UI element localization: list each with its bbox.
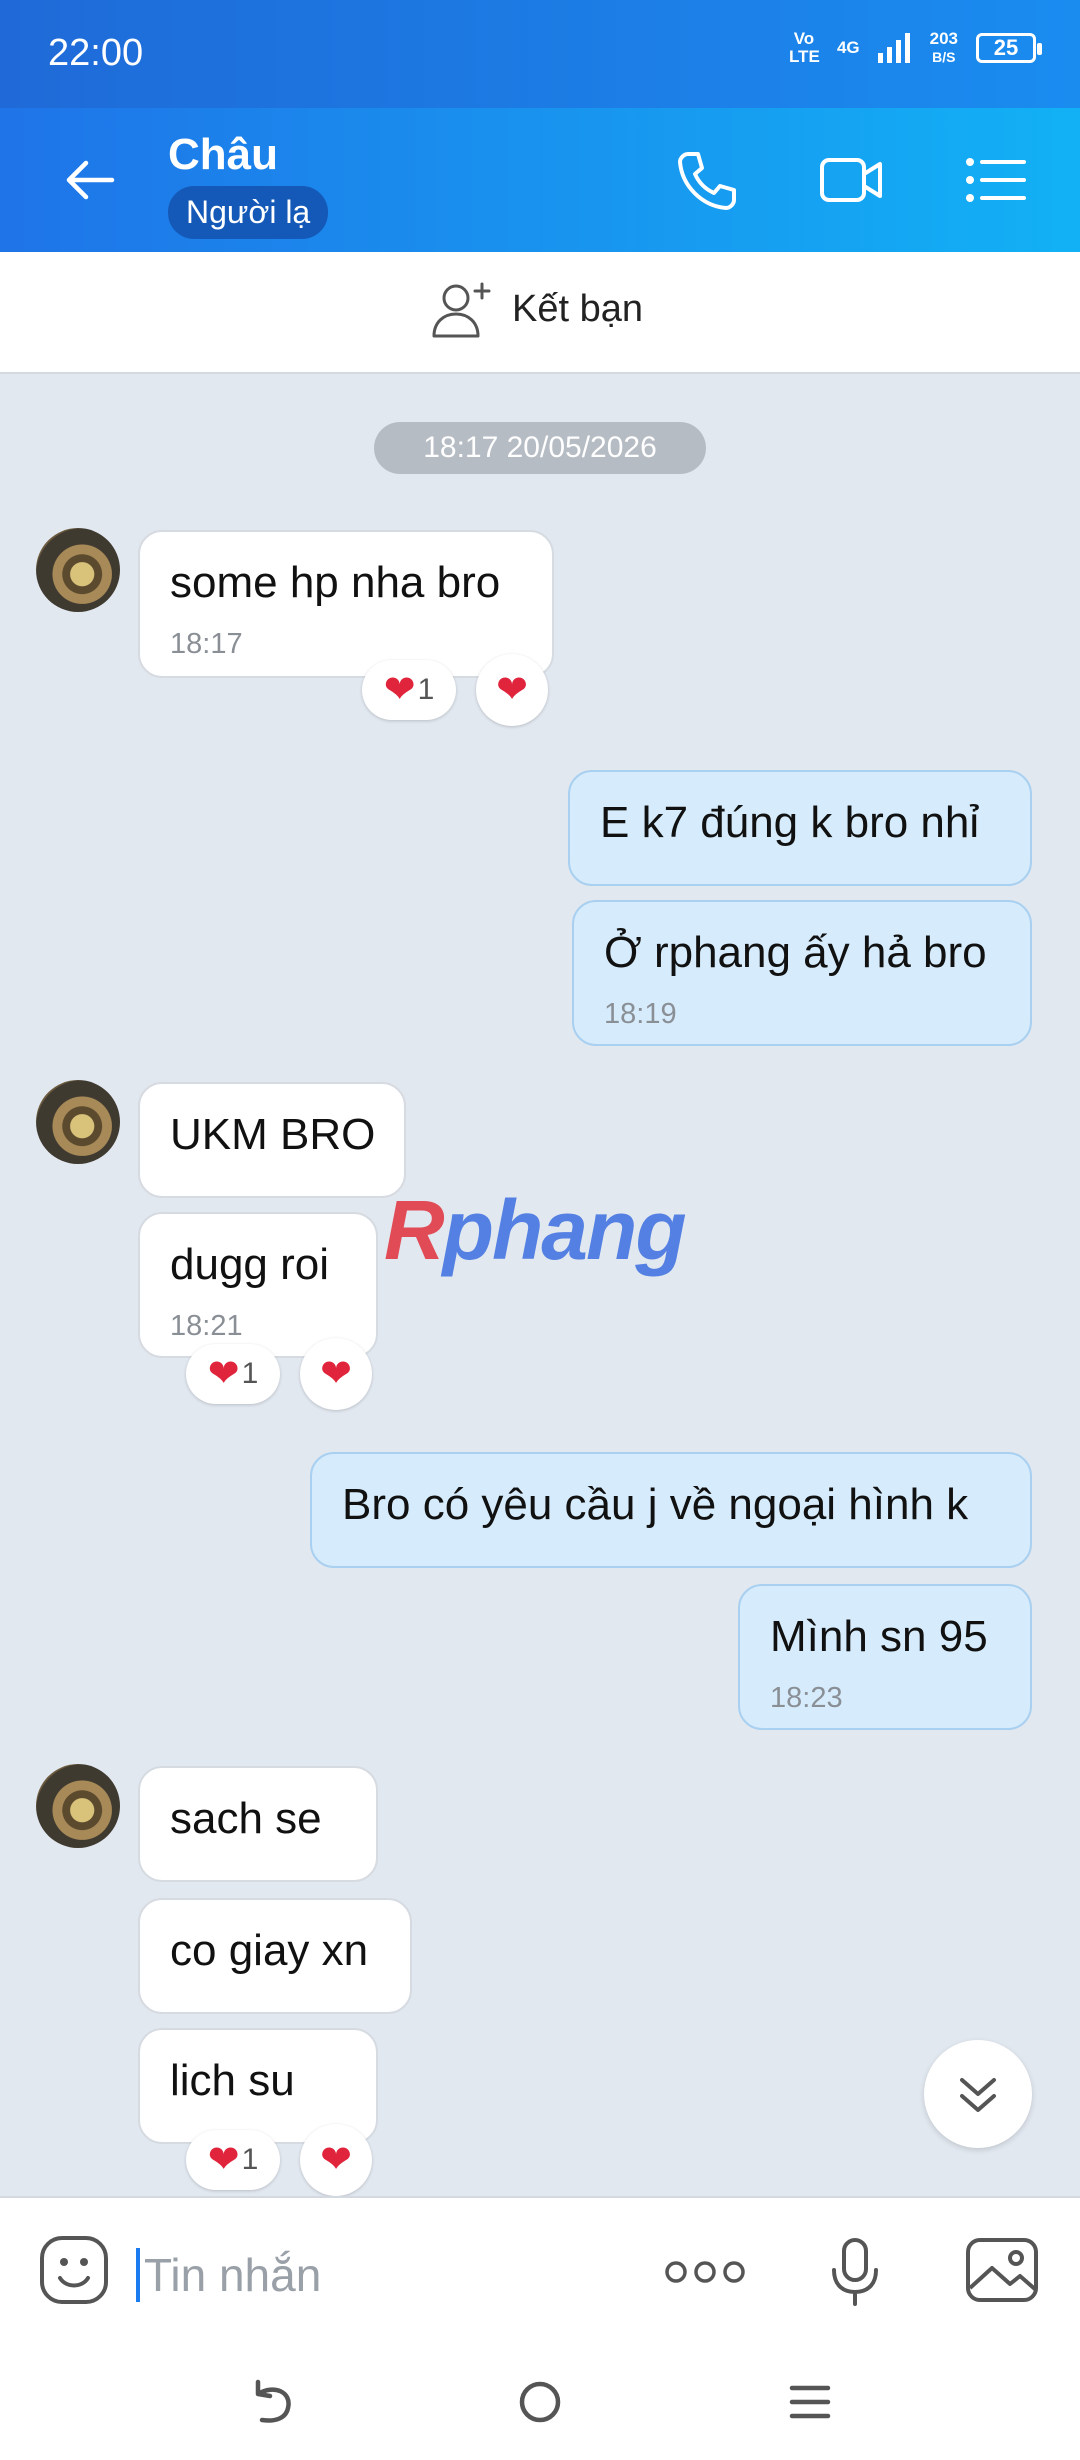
heart-icon: ❤ [496, 669, 528, 711]
nav-recents-icon[interactable] [780, 2372, 840, 2432]
avatar[interactable] [36, 528, 120, 612]
message-time: 18:19 [604, 998, 677, 1030]
watermark-rest: phang [442, 1183, 687, 1277]
reaction-summary[interactable]: ❤ 1 [186, 2130, 280, 2190]
network-type: 4G [836, 38, 860, 57]
message-composer [0, 2196, 1080, 2346]
stranger-badge: Người lạ [168, 186, 329, 239]
message-input[interactable] [142, 2236, 626, 2314]
message-text: dugg roi [170, 1240, 330, 1289]
message-bubble-incoming[interactable]: UKM BRO [138, 1082, 406, 1198]
message-bubble-incoming[interactable]: sach se [138, 1766, 378, 1882]
react-heart-button[interactable]: ❤ [300, 2124, 372, 2196]
watermark-logo: Rphang [384, 1182, 687, 1279]
react-heart-button[interactable]: ❤ [476, 654, 548, 726]
network-speed-unit: B/S [932, 49, 956, 65]
message-text: E k7 đúng k bro nhỉ [600, 798, 980, 847]
add-friend-bar: Kết bạn [0, 252, 1080, 374]
message-bubble-outgoing[interactable]: Ở rphang ấy hả bro 18:19 [572, 900, 1032, 1046]
avatar[interactable] [36, 1764, 120, 1848]
chat-header: Châu Người lạ [0, 108, 1080, 252]
reaction-count: 1 [241, 2143, 259, 2176]
status-time: 22:00 [48, 32, 144, 74]
nav-home-icon[interactable] [510, 2372, 570, 2432]
double-chevron-down-icon [960, 2078, 996, 2112]
message-text: Ở rphang ấy hả bro [604, 928, 987, 977]
message-text: UKM BRO [170, 1110, 376, 1159]
message-text: Mình sn 95 [770, 1612, 988, 1661]
add-friend-label: Kết bạn [512, 287, 643, 330]
nav-back-icon[interactable] [240, 2372, 300, 2432]
date-separator: 18:17 20/05/2026 [374, 422, 706, 474]
video-call-icon[interactable] [818, 146, 886, 214]
message-bubble-outgoing[interactable]: Mình sn 95 18:23 [738, 1584, 1032, 1730]
message-text: lich su [170, 2056, 295, 2105]
message-bubble-outgoing[interactable]: Bro có yêu cầu j về ngoại hình k [310, 1452, 1032, 1568]
avatar[interactable] [36, 1080, 120, 1164]
status-bar: 22:00 Vo LTE 4G 203 B/S 25 [0, 0, 1080, 108]
network-speed: 203 B/S [930, 30, 958, 66]
watermark-initial: R [384, 1183, 445, 1277]
scroll-to-bottom-button[interactable] [924, 2040, 1032, 2148]
microphone-icon[interactable] [820, 2236, 890, 2308]
add-person-icon [432, 282, 491, 338]
add-friend-button[interactable]: Kết bạn [430, 278, 643, 340]
heart-reaction-icon: ❤ [207, 2139, 240, 2181]
image-gallery-icon[interactable] [964, 2234, 1040, 2306]
message-time: 18:17 [170, 628, 243, 660]
heart-reaction-icon: ❤ [207, 1353, 240, 1395]
heart-icon: ❤ [320, 2139, 352, 2181]
message-text: sach se [170, 1794, 322, 1843]
battery-icon: 25 [976, 33, 1042, 63]
message-bubble-incoming[interactable]: some hp nha bro 18:17 [138, 530, 554, 678]
heart-reaction-icon: ❤ [383, 669, 416, 711]
sticker-emoji-icon[interactable] [38, 2234, 110, 2306]
message-bubble-outgoing[interactable]: E k7 đúng k bro nhỉ [568, 770, 1032, 886]
message-text: co giay xn [170, 1926, 369, 1975]
phone-icon[interactable] [672, 146, 740, 214]
message-bubble-incoming[interactable]: co giay xn [138, 1898, 412, 2014]
contact-name[interactable]: Châu [168, 130, 278, 180]
signal-icon [877, 33, 910, 63]
message-text: some hp nha bro [170, 558, 501, 607]
message-time: 18:21 [170, 1310, 243, 1342]
reaction-summary[interactable]: ❤ 1 [186, 1344, 280, 1404]
more-options-icon[interactable] [664, 2258, 746, 2286]
reaction-count: 1 [241, 1357, 259, 1390]
text-cursor [136, 2248, 140, 2302]
network-speed-value: 203 [929, 29, 958, 48]
react-heart-button[interactable]: ❤ [300, 1338, 372, 1410]
reaction-count: 1 [417, 673, 435, 706]
volte-indicator: Vo LTE [788, 29, 820, 66]
reaction-summary[interactable]: ❤ 1 [362, 660, 456, 720]
heart-icon: ❤ [320, 1353, 352, 1395]
message-bubble-incoming[interactable]: dugg roi 18:21 [138, 1212, 378, 1358]
system-nav-bar [0, 2344, 1080, 2460]
message-time: 18:23 [770, 1682, 843, 1714]
message-text: Bro có yêu cầu j về ngoại hình k [342, 1480, 969, 1529]
status-icons: Vo LTE 4G 203 B/S 25 [788, 29, 1042, 66]
menu-list-icon[interactable] [962, 146, 1030, 214]
back-arrow-icon[interactable] [60, 150, 120, 210]
